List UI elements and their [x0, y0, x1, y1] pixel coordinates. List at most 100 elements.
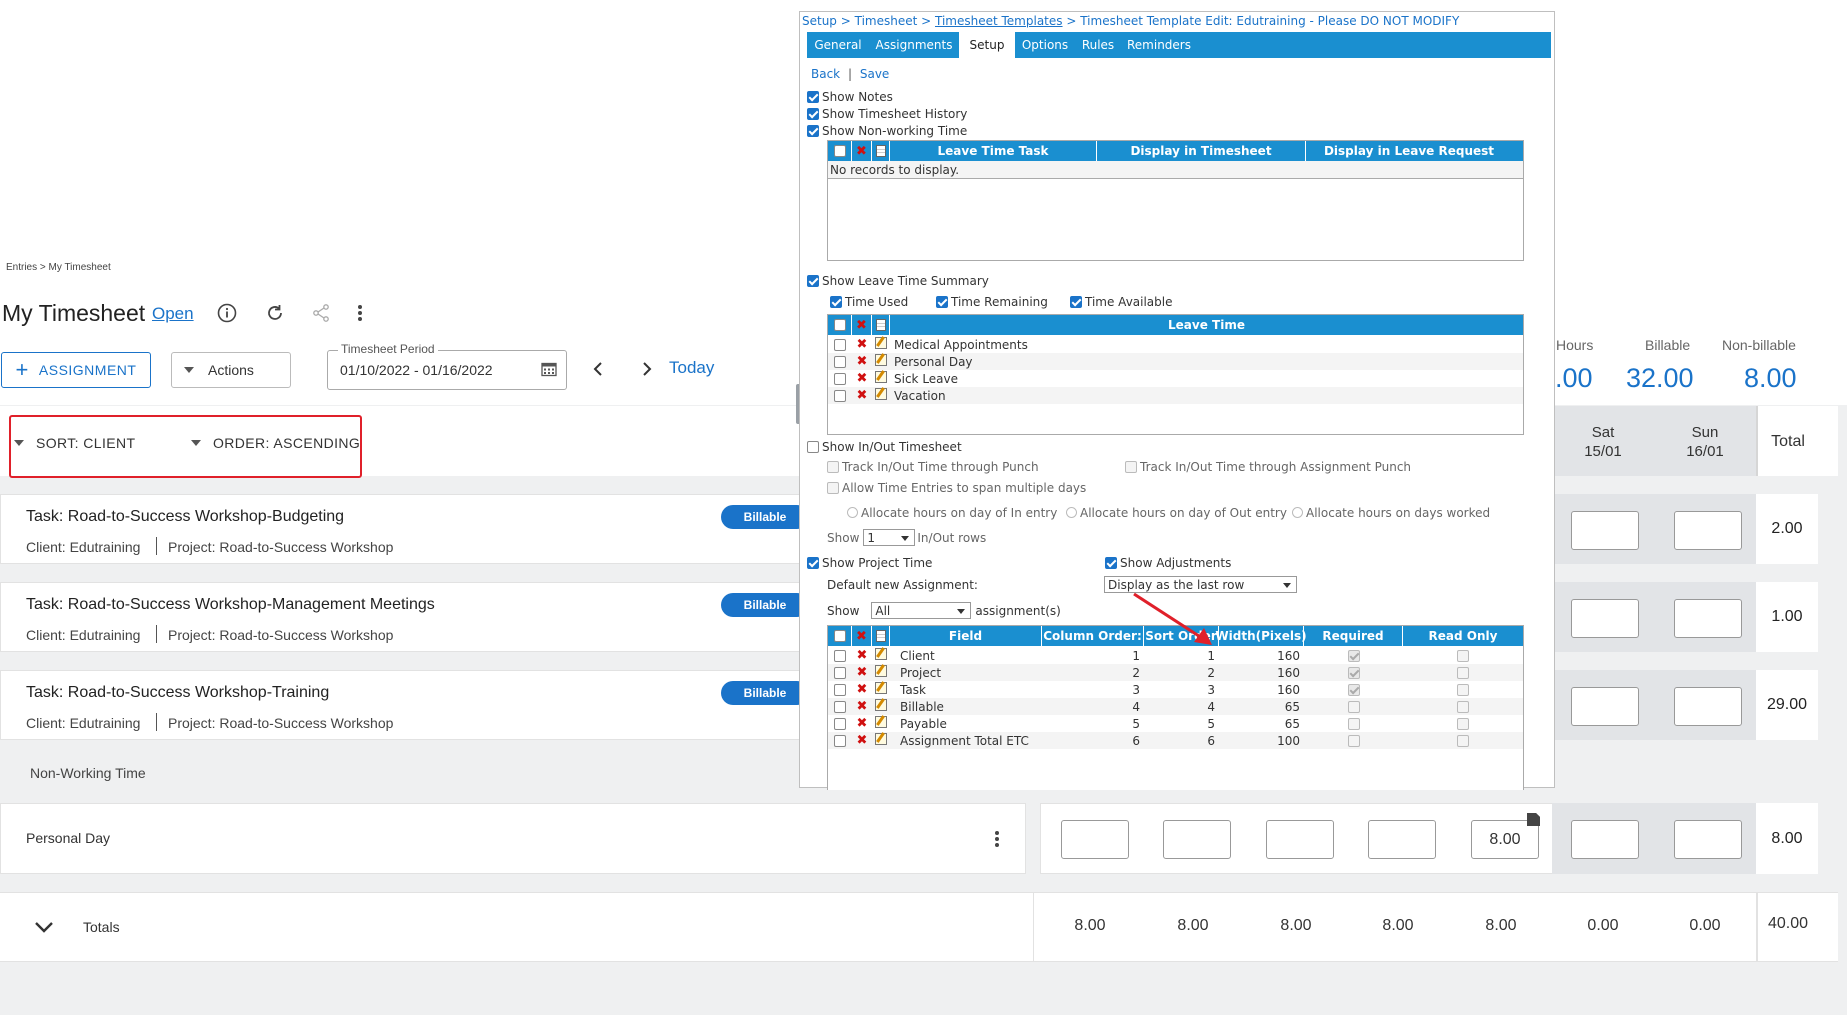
required-checkbox[interactable] — [1347, 666, 1360, 679]
leave-time-row[interactable]: ✖ Personal Day — [828, 353, 1523, 370]
show-project-time-checkbox[interactable] — [807, 556, 819, 569]
show-leave-summary-checkbox[interactable] — [807, 274, 819, 287]
edit-icon[interactable] — [875, 733, 887, 745]
row-checkbox[interactable] — [834, 338, 846, 351]
delete-icon[interactable]: ✖ — [852, 699, 872, 714]
status-link[interactable]: Open — [152, 304, 194, 324]
read-only-checkbox[interactable] — [1457, 700, 1469, 713]
field-row[interactable]: ✖ Payable 5 5 65 — [828, 715, 1523, 732]
hours-input[interactable] — [1266, 820, 1334, 859]
hours-input[interactable] — [1163, 820, 1231, 859]
info-icon[interactable] — [214, 300, 240, 326]
delete-icon[interactable]: ✖ — [852, 682, 872, 697]
delete-icon[interactable]: ✖ — [852, 716, 872, 731]
hours-input[interactable] — [1571, 599, 1639, 638]
leave-time-row[interactable]: ✖ Vacation — [828, 387, 1523, 404]
delete-icon[interactable]: ✖ — [852, 354, 872, 369]
hours-input[interactable] — [1368, 820, 1436, 859]
edit-icon[interactable] — [875, 388, 887, 400]
nonworking-row[interactable]: Personal Day — [0, 803, 1026, 874]
tab-options[interactable]: Options — [1015, 32, 1075, 58]
previous-period-icon[interactable] — [592, 361, 604, 382]
read-only-checkbox[interactable] — [1457, 666, 1469, 679]
read-only-checkbox[interactable] — [1457, 649, 1469, 662]
tab-reminders[interactable]: Reminders — [1121, 32, 1197, 58]
delete-icon[interactable]: ✖ — [852, 665, 872, 680]
assignments-show-select[interactable]: All — [871, 602, 972, 619]
timesheet-templates-link[interactable]: Timesheet Templates — [935, 14, 1063, 28]
row-checkbox[interactable] — [834, 372, 846, 385]
actions-dropdown[interactable]: Actions — [171, 352, 291, 388]
more-vertical-icon[interactable] — [994, 830, 1000, 853]
time-available-checkbox[interactable] — [1070, 295, 1082, 308]
select-all-checkbox[interactable] — [833, 145, 846, 157]
hours-input[interactable] — [1571, 687, 1639, 726]
tab-setup[interactable]: Setup — [959, 32, 1015, 58]
row-checkbox[interactable] — [834, 717, 846, 730]
tab-assignments[interactable]: Assignments — [869, 32, 959, 58]
save-link[interactable]: Save — [860, 67, 889, 81]
field-row[interactable]: ✖ Project 2 2 160 — [828, 664, 1523, 681]
alloc-out-radio[interactable] — [1066, 507, 1077, 518]
row-checkbox[interactable] — [834, 734, 846, 747]
delete-icon[interactable]: ✖ — [852, 733, 872, 748]
show-adjustments-checkbox[interactable] — [1105, 556, 1117, 569]
delete-icon[interactable]: ✖ — [852, 371, 872, 386]
more-vertical-icon[interactable] — [347, 300, 373, 326]
field-row[interactable]: ✖ Billable 4 4 65 — [828, 698, 1523, 715]
select-all-checkbox[interactable] — [833, 319, 846, 331]
show-inout-checkbox[interactable] — [807, 440, 819, 453]
required-checkbox[interactable] — [1347, 700, 1360, 713]
field-row[interactable]: ✖ Task 3 3 160 — [828, 681, 1523, 698]
read-only-checkbox[interactable] — [1457, 683, 1469, 696]
show-history-checkbox[interactable] — [807, 107, 819, 120]
row-checkbox[interactable] — [834, 666, 846, 679]
alloc-worked-radio[interactable] — [1292, 507, 1303, 518]
required-checkbox[interactable] — [1347, 683, 1360, 696]
hours-input[interactable] — [1674, 511, 1742, 550]
leave-time-row[interactable]: ✖ Medical Appointments — [828, 336, 1523, 353]
edit-icon[interactable] — [875, 337, 887, 349]
required-checkbox[interactable] — [1347, 649, 1360, 662]
delete-icon[interactable]: ✖ — [852, 337, 872, 352]
row-checkbox[interactable] — [834, 389, 846, 402]
refresh-icon[interactable] — [262, 300, 288, 326]
tab-rules[interactable]: Rules — [1075, 32, 1121, 58]
required-checkbox[interactable] — [1347, 734, 1360, 747]
row-checkbox[interactable] — [834, 683, 846, 696]
back-link[interactable]: Back — [811, 67, 840, 81]
row-checkbox[interactable] — [834, 700, 846, 713]
hours-input[interactable] — [1674, 687, 1742, 726]
leave-time-row[interactable]: ✖ Sick Leave — [828, 370, 1523, 387]
row-checkbox[interactable] — [834, 649, 846, 662]
read-only-checkbox[interactable] — [1457, 734, 1469, 747]
hours-input[interactable] — [1061, 820, 1129, 859]
row-checkbox[interactable] — [834, 355, 846, 368]
today-link[interactable]: Today — [669, 358, 714, 378]
inout-rows-select[interactable]: 1 — [863, 529, 916, 546]
tab-general[interactable]: General — [807, 32, 869, 58]
hours-input[interactable] — [1571, 511, 1639, 550]
hours-input[interactable] — [1571, 820, 1639, 859]
show-nonworking-checkbox[interactable] — [807, 124, 819, 137]
edit-icon[interactable] — [875, 371, 887, 383]
edit-icon[interactable] — [875, 682, 887, 694]
share-icon[interactable] — [308, 300, 334, 326]
next-period-icon[interactable] — [641, 361, 653, 382]
add-assignment-button[interactable]: + ASSIGNMENT — [1, 352, 151, 388]
read-only-checkbox[interactable] — [1457, 717, 1469, 730]
track-assignment-punch-checkbox[interactable] — [1125, 460, 1137, 473]
chevron-down-icon[interactable] — [34, 920, 54, 939]
select-all-checkbox[interactable] — [833, 630, 846, 642]
edit-icon[interactable] — [875, 699, 887, 711]
alloc-in-radio[interactable] — [847, 507, 858, 518]
edit-icon[interactable] — [875, 665, 887, 677]
delete-icon[interactable]: ✖ — [852, 388, 872, 403]
time-remaining-checkbox[interactable] — [936, 295, 948, 308]
sort-dropdown[interactable]: SORT: CLIENT — [14, 435, 135, 451]
hours-input[interactable] — [1674, 599, 1742, 638]
edit-icon[interactable] — [875, 354, 887, 366]
required-checkbox[interactable] — [1347, 717, 1360, 730]
hours-input[interactable] — [1674, 820, 1742, 859]
edit-icon[interactable] — [875, 716, 887, 728]
